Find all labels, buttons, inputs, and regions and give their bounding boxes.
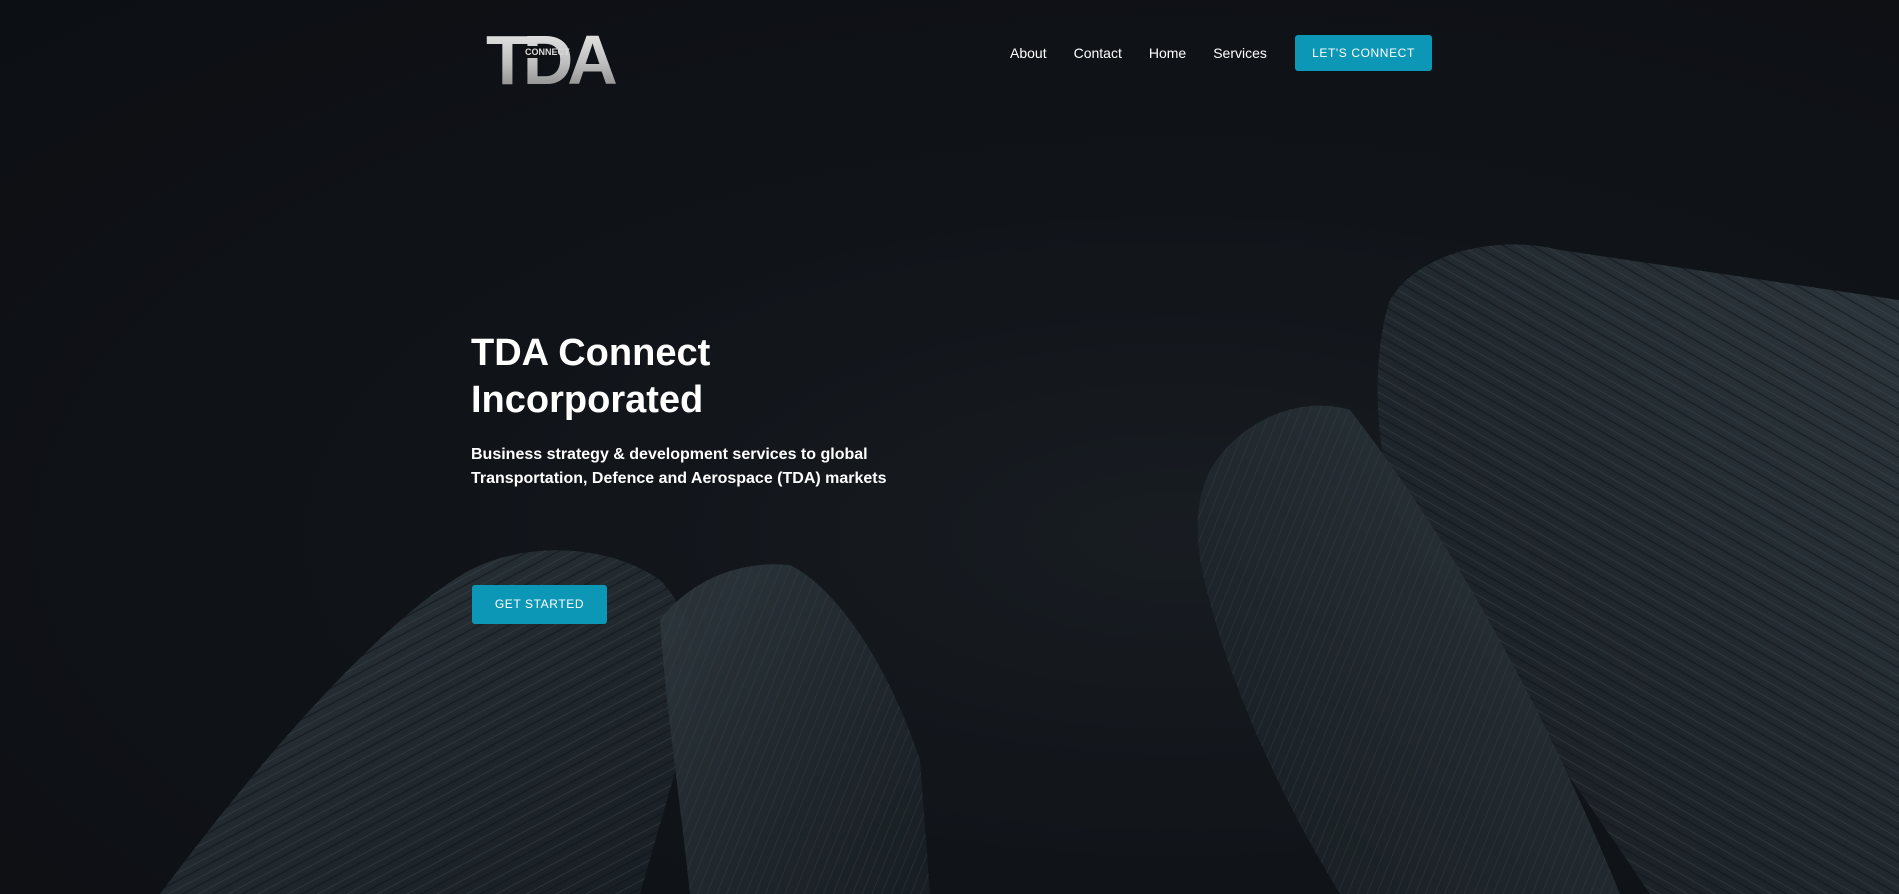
main-nav: About Contact Home Services [1000, 34, 1267, 72]
logo-graphic: TDA CONNECT [486, 21, 622, 99]
get-started-button[interactable]: GET STARTED [472, 585, 607, 624]
nav-contact-link[interactable]: Contact [1074, 45, 1122, 61]
background-towers-image [0, 0, 1899, 894]
hero-title: TDA Connect Incorporated [471, 332, 711, 421]
nav-services-link[interactable]: Services [1213, 45, 1267, 61]
tda-connect-logo[interactable]: TDA CONNECT [486, 21, 622, 99]
lets-connect-button[interactable]: LET'S CONNECT [1295, 35, 1432, 71]
nav-home-link[interactable]: Home [1149, 45, 1186, 61]
page: TDA CONNECT About Contact Home Services … [0, 0, 1899, 894]
site-header: TDA CONNECT About Contact Home Services … [0, 0, 1899, 106]
svg-text:CONNECT: CONNECT [525, 47, 570, 57]
hero-subtitle: Business strategy & development services… [471, 446, 887, 487]
hero-section: TDA Connect Incorporated Business strate… [471, 330, 931, 491]
nav-about-link[interactable]: About [1010, 45, 1047, 61]
